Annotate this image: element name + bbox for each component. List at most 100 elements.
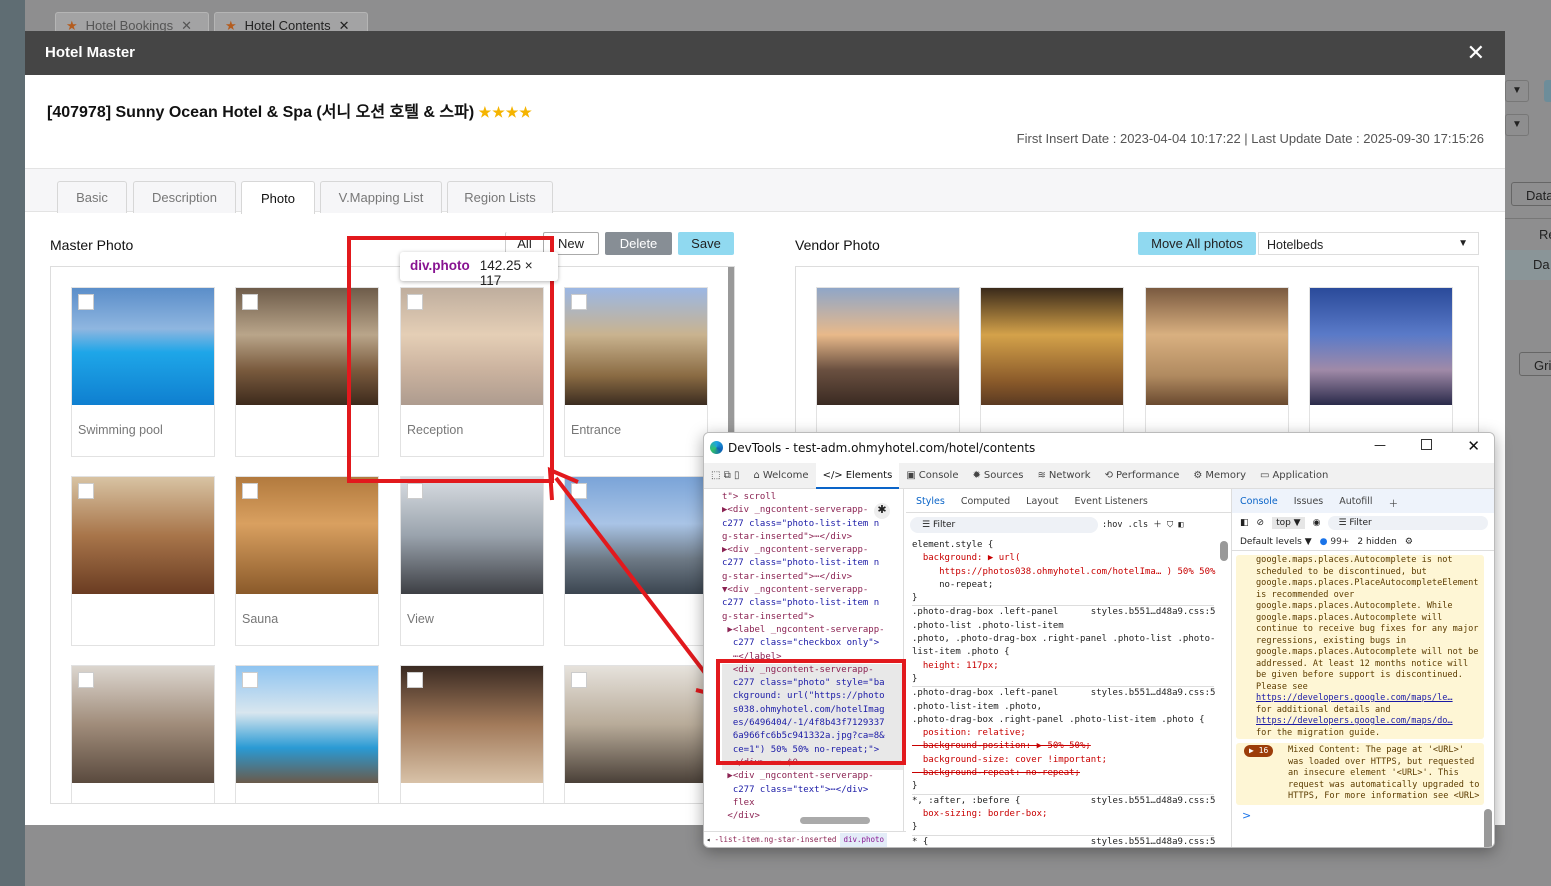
console-tabs: Console Issues Autofill ＋ bbox=[1232, 489, 1494, 513]
minimize-icon[interactable]: — bbox=[1374, 438, 1386, 452]
code-line: .photo-drag-box .right-panel .photo-list… bbox=[912, 714, 1205, 725]
devtools-tab-memory[interactable]: ⚙ Memory bbox=[1186, 470, 1253, 481]
code-line: ▶<label _ngcontent-serverapp- bbox=[722, 624, 885, 635]
tab-icon: ⌂ bbox=[753, 470, 760, 481]
code-line: ▶<div _ngcontent-serverapp- bbox=[722, 545, 869, 556]
code-line: c277 class="photo-list-item n bbox=[722, 518, 880, 529]
console-filter[interactable]: ☰ Filter bbox=[1328, 516, 1488, 530]
tab-label: Network bbox=[1048, 470, 1091, 481]
hov-toggle[interactable]: :hov bbox=[1102, 520, 1122, 530]
tab-issues[interactable]: Issues bbox=[1294, 496, 1324, 507]
warning-text: for additional details and bbox=[1256, 704, 1391, 715]
devtools-title: DevTools - test-adm.ohmyhotel.com/hotel/… bbox=[728, 441, 1036, 455]
code-line: background-position: ▶ 50% 50%; bbox=[912, 741, 1091, 752]
tab-label: Application bbox=[1272, 470, 1329, 481]
devtools-toolbar: ⬚ ⧉ ▯ ⌂ Welcome </> Elements ▣ Console ✹ Source… bbox=[704, 462, 1494, 489]
code-line: c277 class="photo-list-item n bbox=[722, 558, 880, 569]
devtools-tab-application[interactable]: ▭ Application bbox=[1253, 470, 1335, 481]
styles-rules[interactable]: element.style { background: ▶ url( https… bbox=[908, 537, 1218, 847]
code-line: g-star-inserted"> bbox=[722, 611, 815, 622]
tab-event-listeners[interactable]: Event Listeners bbox=[1074, 496, 1147, 507]
tab-icon: ⚙ bbox=[1193, 470, 1203, 481]
context-value: top bbox=[1276, 518, 1291, 528]
console-levels-bar: Default levels ▼ ● 99+ 2 hidden ⚙ bbox=[1232, 533, 1494, 551]
code-line: g-star-inserted">⋯</div> bbox=[722, 531, 853, 542]
tab-icon: ▣ bbox=[906, 470, 916, 481]
warning-text: google.maps.places.Autocomplete is not s… bbox=[1256, 555, 1479, 692]
tab-autofill[interactable]: Autofill bbox=[1339, 496, 1372, 507]
code-line: flex bbox=[722, 797, 755, 808]
styles-scrollbar[interactable] bbox=[1220, 541, 1228, 561]
tab-computed[interactable]: Computed bbox=[961, 496, 1010, 507]
styles-filter-input[interactable]: ☰ Filter bbox=[910, 517, 1098, 533]
repeat-badge[interactable]: ▶ 16 bbox=[1244, 745, 1274, 757]
breadcrumb-item[interactable]: -list-item.ng-star-inserted bbox=[715, 833, 837, 847]
doc-link[interactable]: https://developers.google.com/maps/do… bbox=[1256, 716, 1453, 726]
tab-label: Welcome bbox=[762, 470, 809, 481]
warning-text: Mixed Content: The page at '<URL>' was l… bbox=[1288, 745, 1480, 801]
tab-label: Elements bbox=[845, 469, 893, 481]
code-line: position: relative; bbox=[912, 728, 1026, 739]
clear-icon[interactable]: ⊘ bbox=[1257, 518, 1265, 528]
console-mixed-content: ▶ 16 Mixed Content: The page at '<URL>' w… bbox=[1236, 743, 1484, 805]
console-drawer: Console Issues Autofill ＋ ◧ ⊘ top ▼ ◉ ☰ Filter … bbox=[1231, 489, 1494, 847]
breadcrumb-scroll-left-icon[interactable]: ◂ bbox=[706, 833, 711, 847]
sidebar-icon[interactable]: ◧ bbox=[1240, 518, 1249, 528]
filter-placeholder: Filter bbox=[1349, 518, 1372, 528]
code-line: } bbox=[912, 781, 918, 792]
tab-icon: ▭ bbox=[1260, 470, 1270, 481]
code-line: } bbox=[912, 822, 918, 833]
code-line: ▶<div _ngcontent-serverapp- bbox=[722, 771, 874, 782]
devtools-tab-performance[interactable]: ⟲ Performance bbox=[1098, 470, 1187, 481]
warning-text: for the migration guide. bbox=[1256, 727, 1381, 738]
tab-styles[interactable]: Styles bbox=[916, 496, 945, 507]
levels-value: Default levels bbox=[1240, 536, 1302, 547]
arrow-head bbox=[547, 466, 579, 501]
tab-label: Memory bbox=[1205, 470, 1246, 481]
element-highlight-box bbox=[716, 659, 906, 765]
styles-tabs: Styles Computed Layout Event Listeners bbox=[906, 489, 1231, 513]
code-line: c277 class="checkbox only"> bbox=[722, 638, 880, 649]
code-line: .photo-list .photo-list-item bbox=[912, 620, 1064, 631]
code-line: .photo, .photo-drag-box .right-panel .ph… bbox=[912, 634, 1216, 645]
code-line: ▼<div _ngcontent-serverapp- bbox=[722, 585, 869, 596]
devtools-tab-network[interactable]: ≋ Network bbox=[1030, 470, 1097, 481]
close-icon[interactable]: ✕ bbox=[1467, 437, 1480, 455]
doc-link[interactable]: https://developers.google.com/maps/le… bbox=[1256, 693, 1453, 703]
inspect-icon[interactable]: ⬚ ⧉ ▯ bbox=[704, 470, 746, 481]
maximize-icon[interactable] bbox=[1421, 439, 1432, 450]
styles-toolbar: :hov .cls ＋ ⛉ ◧ bbox=[1102, 520, 1184, 530]
devtools-tab-console[interactable]: ▣ Console bbox=[899, 470, 965, 481]
code-line: .photo-drag-box .left-panel styles.b551…… bbox=[912, 686, 1215, 700]
code-line: box-sizing: border-box; bbox=[912, 808, 1048, 819]
settings-icon[interactable]: ⚙ bbox=[1405, 537, 1413, 547]
cls-toggle[interactable]: .cls bbox=[1128, 520, 1148, 530]
accessibility-icon[interactable]: ✱ bbox=[874, 503, 890, 519]
devtools-tab-welcome[interactable]: ⌂ Welcome bbox=[746, 470, 815, 481]
dom-breadcrumb: ◂ -list-item.ng-star-inserted div.photo bbox=[704, 831, 906, 847]
code-line: no-repeat; bbox=[912, 579, 994, 590]
arrow-line bbox=[554, 476, 720, 692]
add-tab-icon[interactable]: ＋ bbox=[1389, 496, 1399, 510]
console-prompt[interactable]: > bbox=[1232, 805, 1494, 826]
horizontal-scrollbar[interactable] bbox=[800, 817, 870, 824]
context-select[interactable]: top ▼ bbox=[1272, 517, 1305, 529]
code-line: list-item .photo { bbox=[912, 647, 1010, 658]
console-scrollbar[interactable] bbox=[1484, 809, 1492, 847]
tab-label: Console bbox=[918, 470, 959, 481]
code-line: t"> scroll bbox=[722, 492, 777, 502]
tab-console[interactable]: Console bbox=[1240, 496, 1278, 507]
code-line: background-size: cover !important; bbox=[912, 754, 1108, 765]
code-line: g-star-inserted">⋯</div> bbox=[722, 571, 853, 582]
tab-layout[interactable]: Layout bbox=[1026, 496, 1058, 507]
code-line: background-repeat: no-repeat; bbox=[912, 768, 1080, 779]
devtools-tab-sources[interactable]: ✹ Sources bbox=[965, 470, 1030, 481]
code-line: element.style { bbox=[912, 540, 994, 550]
eye-icon[interactable]: ◉ bbox=[1313, 518, 1321, 528]
tab-icon: </> bbox=[822, 469, 843, 481]
levels-select[interactable]: Default levels ▼ bbox=[1240, 537, 1312, 547]
tab-label: Sources bbox=[983, 470, 1024, 481]
devtools-tab-elements[interactable]: </> Elements bbox=[815, 462, 900, 489]
edge-logo-icon bbox=[710, 441, 723, 454]
breadcrumb-item[interactable]: div.photo bbox=[840, 833, 888, 847]
